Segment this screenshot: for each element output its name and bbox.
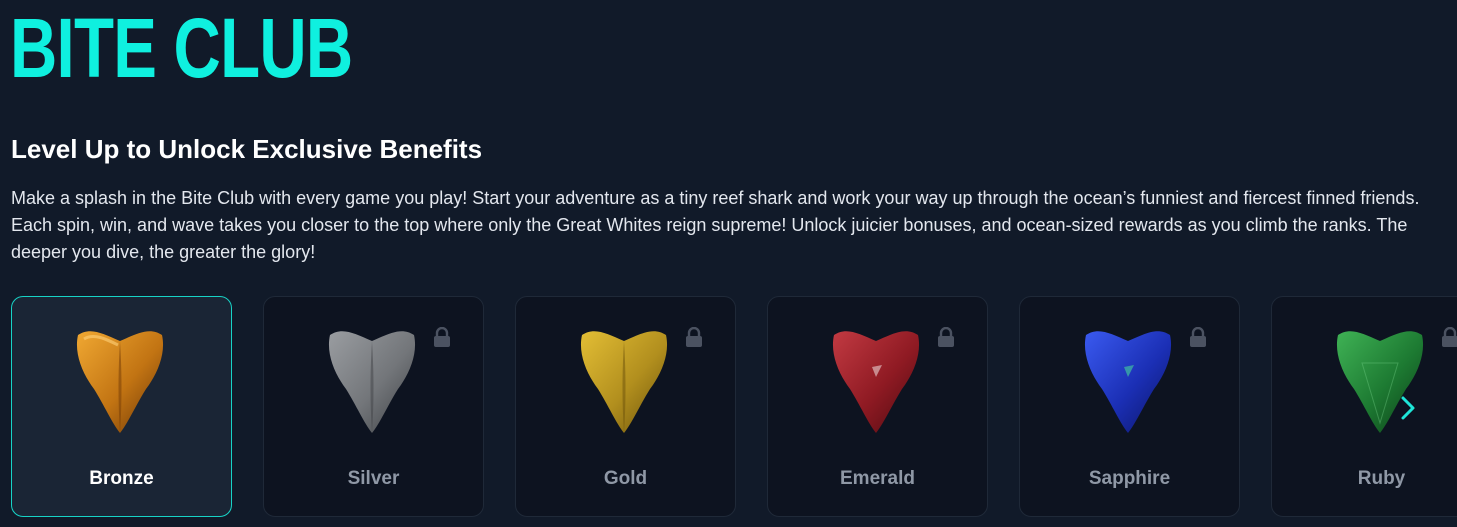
section-heading: Level Up to Unlock Exclusive Benefits [11,134,483,164]
chevron-right-icon[interactable] [1396,394,1420,422]
shark-tooth-icon [1084,331,1172,433]
tier-label: Emerald [840,468,915,489]
bite-club-page: BITE CLUB Level Up to Unlock Exclusive B… [0,0,1457,527]
tier-card-emerald[interactable]: Emerald [767,296,988,517]
tier-card-ruby[interactable]: Ruby [1271,296,1457,517]
shark-tooth-icon [76,331,164,433]
section-description: Make a splash in the Bite Club with ever… [11,188,1420,262]
tier-label: Gold [603,468,648,489]
tier-label: Sapphire [1088,468,1171,489]
tier-card-bronze[interactable]: Bronze [11,296,232,517]
lock-icon [938,327,954,347]
tier-carousel: Bronze Silver Gold Emerald Sapphire Ruby [11,296,1457,519]
tier-label: Silver [347,468,400,489]
lock-icon [434,327,450,347]
tier-label: Ruby [1357,468,1406,489]
shark-tooth-icon [580,331,668,433]
tier-label: Bronze [89,468,154,489]
tier-card-sapphire[interactable]: Sapphire [1019,296,1240,517]
lock-icon [1442,327,1457,347]
lock-icon [686,327,702,347]
tier-card-gold[interactable]: Gold [515,296,736,517]
tier-card-silver[interactable]: Silver [263,296,484,517]
shark-tooth-icon [832,331,920,433]
page-title: BITE CLUB [10,1,353,95]
lock-icon [1190,327,1206,347]
shark-tooth-icon [328,331,416,433]
